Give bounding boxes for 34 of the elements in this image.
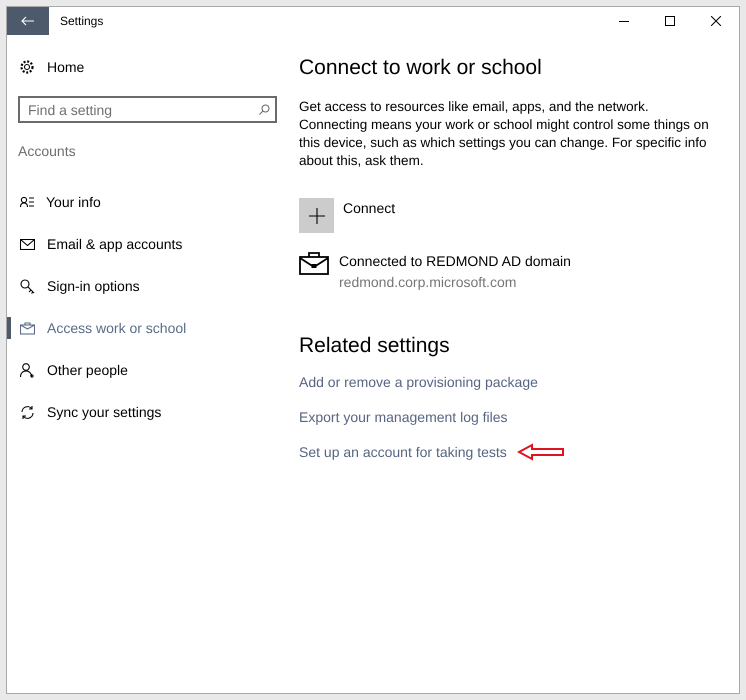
close-icon <box>711 16 721 26</box>
settings-link[interactable]: Add or remove a provisioning package <box>299 372 538 393</box>
minimize-icon <box>619 20 629 22</box>
nav-item[interactable]: Sign-in options <box>7 265 282 307</box>
plus-icon <box>308 208 324 224</box>
nav-item[interactable]: Sync your settings <box>7 391 282 433</box>
key-icon <box>20 278 35 294</box>
section-heading: Related settings <box>299 333 451 358</box>
home-nav-item[interactable]: Home <box>7 55 90 79</box>
account-name: Connected to REDMOND AD domain <box>339 252 571 272</box>
briefcase-icon <box>20 322 35 334</box>
mail-icon <box>20 238 35 250</box>
nav-item[interactable]: Access work or school <box>7 307 282 349</box>
settings-link[interactable]: Set up an account for taking tests <box>299 442 507 463</box>
account-domain: redmond.corp.microsoft.com <box>339 273 518 292</box>
connect-label: Connect <box>343 199 396 218</box>
gear-icon <box>19 59 35 75</box>
section-label: Accounts <box>18 142 77 161</box>
briefcase-icon <box>299 251 329 276</box>
sync-icon <box>20 404 35 420</box>
description-text: Get access to resources like email, apps, and the network. Connecting means your work or school might control some things on this device, such as which settings you can change. For specific info about this, ask them. <box>299 98 710 170</box>
search-icon <box>259 104 270 115</box>
settings-link[interactable]: Export your management log files <box>299 406 508 428</box>
profile-icon <box>20 196 34 208</box>
page-heading: Connect to work or school <box>299 55 543 80</box>
person-add-icon <box>20 362 35 378</box>
nav-item[interactable]: Other people <box>7 349 282 391</box>
connect-button[interactable] <box>299 198 334 234</box>
maximize-icon <box>665 16 675 26</box>
nav-item[interactable]: Your info <box>7 181 282 223</box>
back-icon <box>21 16 35 26</box>
window-title: Settings <box>60 13 104 30</box>
search-field[interactable]: Find a setting <box>18 96 277 123</box>
nav-item[interactable]: Email & app accounts <box>7 223 282 265</box>
